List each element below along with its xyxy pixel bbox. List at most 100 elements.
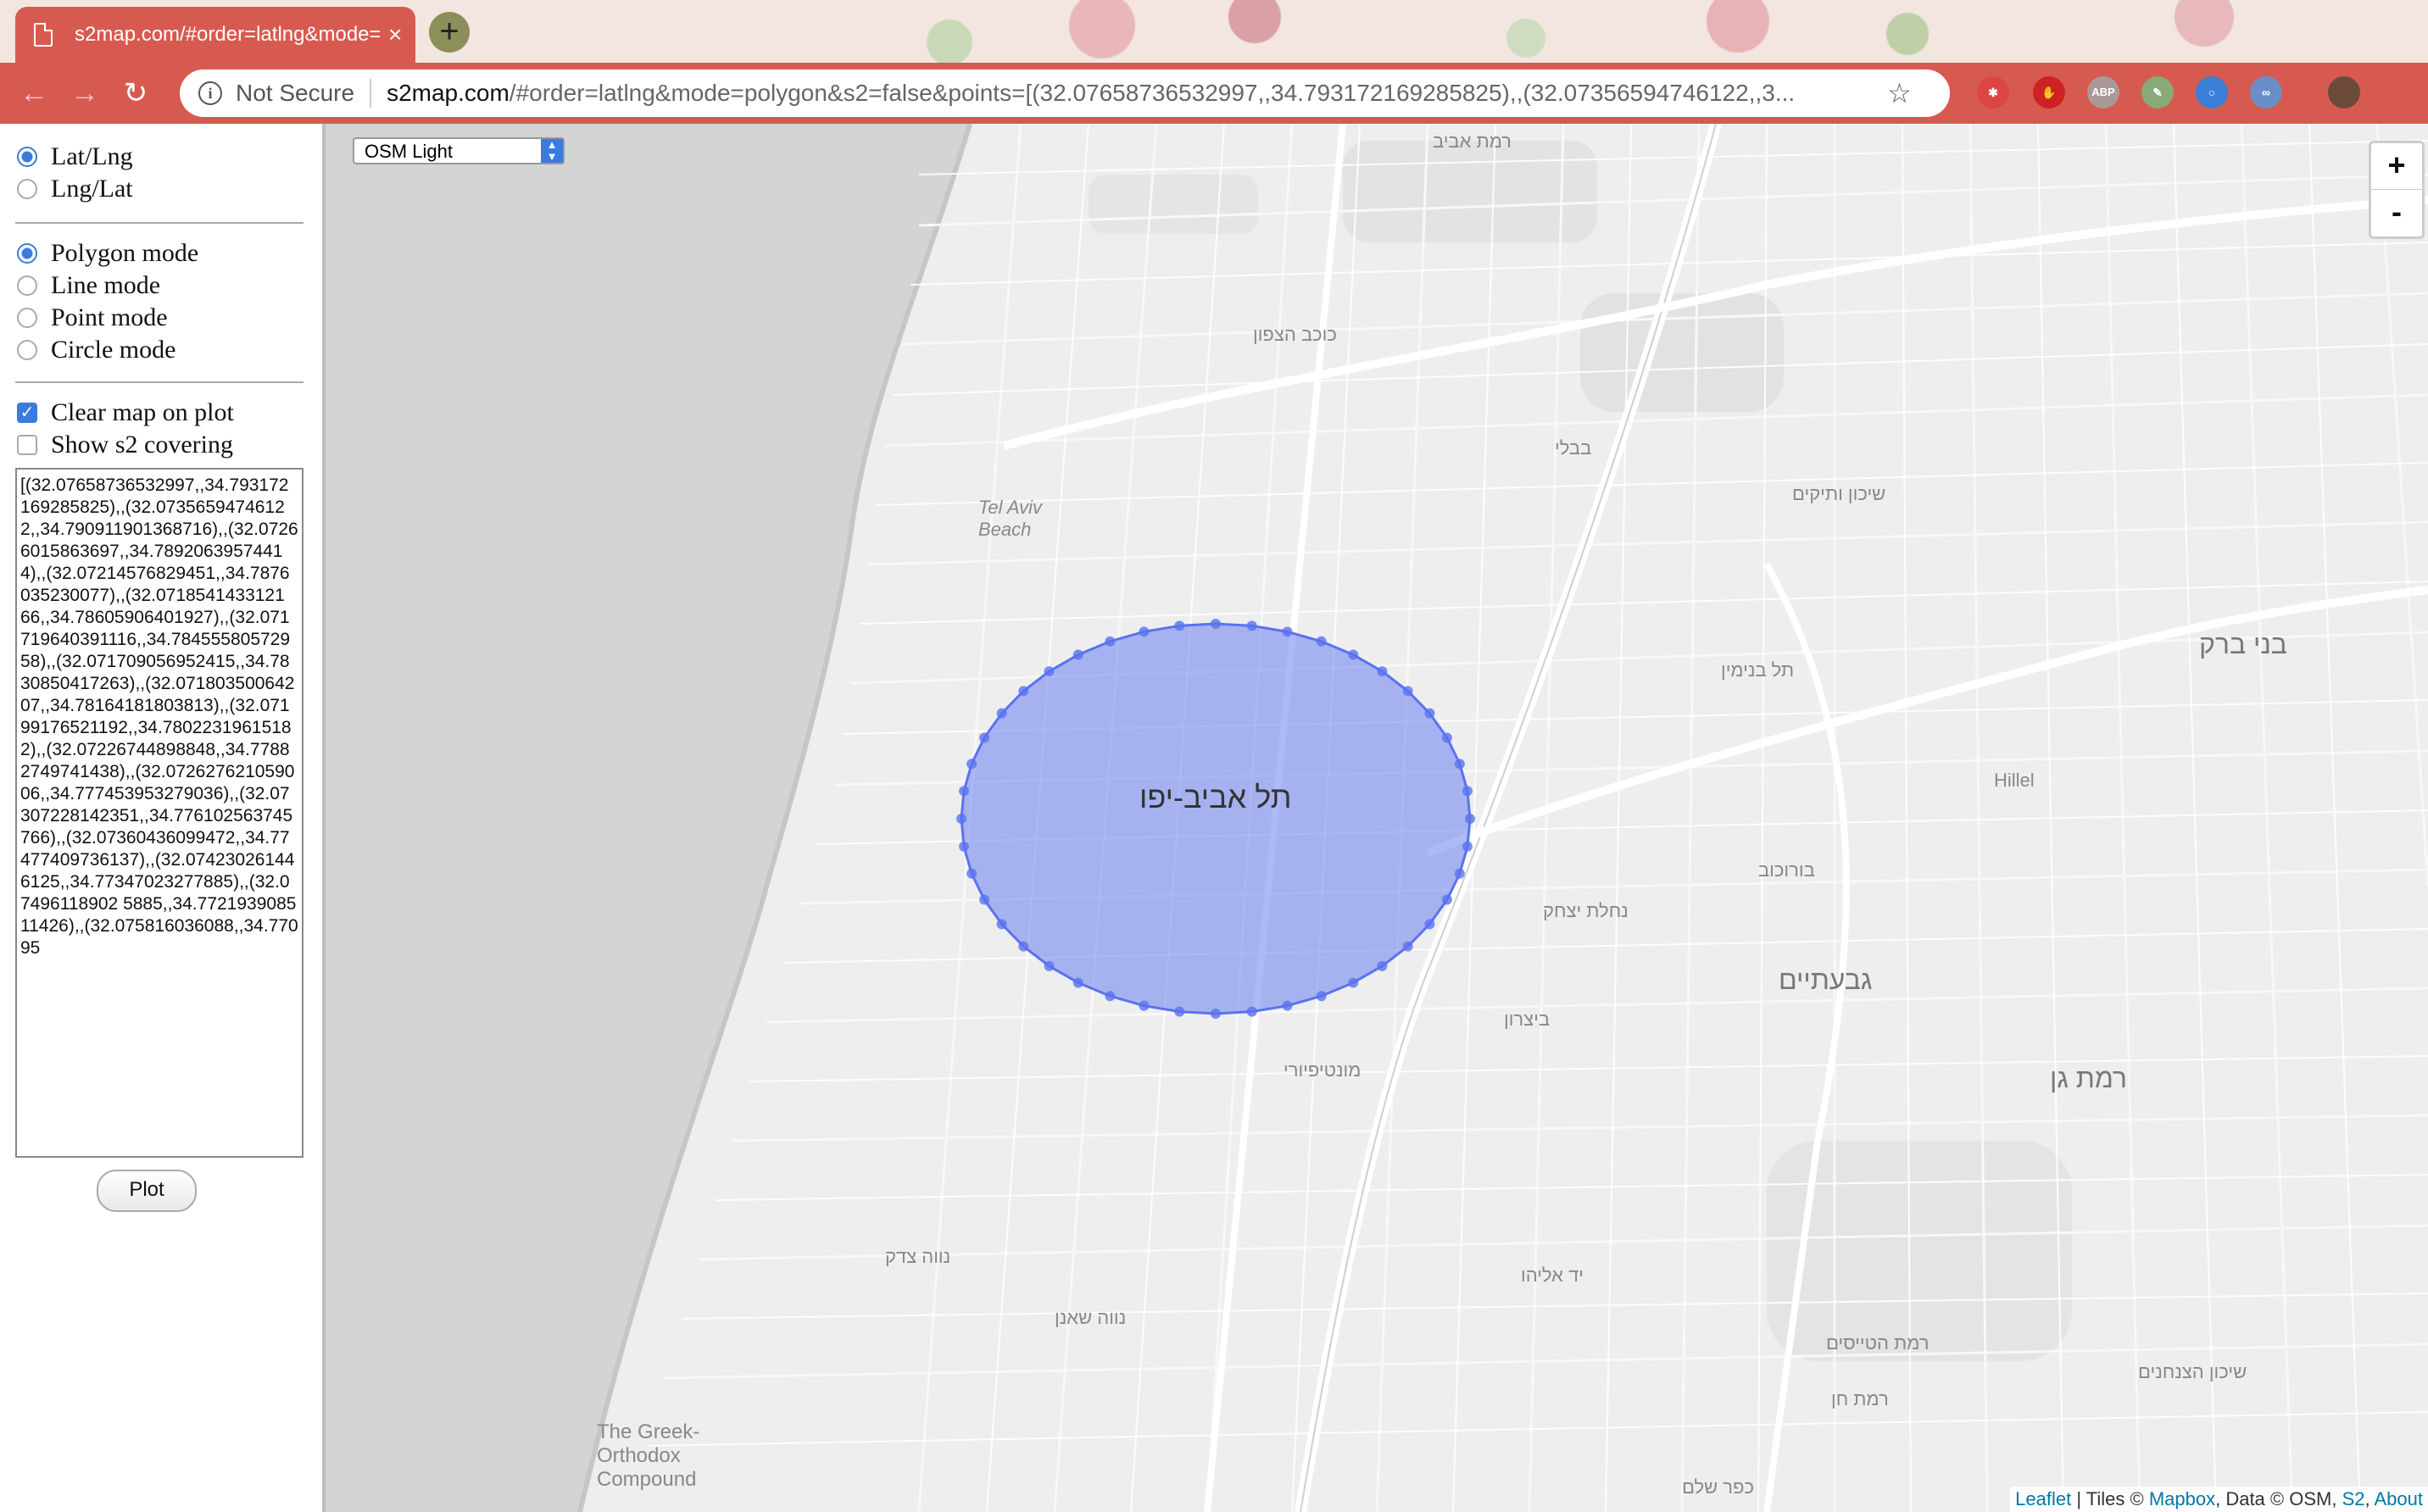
polygon-vertex[interactable] [1462,841,1473,852]
polygon-vertex[interactable] [1282,1000,1293,1011]
polygon-vertex[interactable] [1018,941,1029,952]
polygon-vertex[interactable] [979,732,990,743]
extension-glasses-icon[interactable]: ∞ [2250,76,2282,108]
map-label: שיכון הצנחנים [2138,1361,2247,1382]
order-option-latlng[interactable]: Lat/Lng [17,142,133,171]
zoom-in-button[interactable]: + [2371,143,2422,189]
polygon-vertex[interactable] [996,708,1007,719]
polygon-vertex[interactable] [1465,814,1475,824]
polygon-vertex[interactable] [1441,894,1452,905]
polygon-vertex[interactable] [1018,686,1029,697]
polygon-vertex[interactable] [1424,708,1435,719]
polygon-shape[interactable] [960,622,1472,1015]
polygon-vertex[interactable] [1348,977,1359,988]
polygon-vertex[interactable] [1377,960,1388,971]
show-s2-checkbox[interactable] [17,435,37,455]
clear-map-label: Clear map on plot [51,398,234,426]
s2-link[interactable]: S2 [2342,1488,2365,1509]
points-textarea[interactable]: [(32.07658736532997,,34.793172169285825)… [15,468,304,1158]
map-label: ביצרון [1504,1009,1551,1030]
extension-pen-icon[interactable]: ✎ [2141,76,2174,108]
info-icon[interactable]: i [198,81,222,105]
polygon-vertex[interactable] [979,894,990,905]
polygon-vertex[interactable] [1316,636,1327,647]
polygon-vertex[interactable] [1246,1006,1257,1017]
map-label: רמת גן [2050,1063,2127,1093]
map-label: יד אליהו [1521,1265,1584,1286]
polygon-vertex[interactable] [1174,1006,1185,1017]
mapbox-link[interactable]: Mapbox [2149,1488,2215,1509]
bookmark-star-icon[interactable]: ☆ [1887,77,1912,109]
polygon-vertex[interactable] [959,841,970,852]
extension-circle-icon[interactable]: ○ [2196,76,2228,108]
polygon-vertex[interactable] [1454,868,1465,879]
clear-map-option[interactable]: ✓ Clear map on plot [17,398,234,427]
mode-option-point[interactable]: Point mode [17,303,168,332]
polygon-vertex[interactable] [1105,636,1116,647]
polygon-vertex[interactable] [1316,991,1327,1002]
attribution-text: | Tiles © [2071,1488,2149,1509]
polygon-vertex[interactable] [1105,991,1116,1002]
polygon-vertex[interactable] [1282,626,1293,637]
polygon-vertex[interactable] [1454,759,1465,770]
polygon-vertex[interactable] [1377,666,1388,677]
mode-option-polygon[interactable]: Polygon mode [17,239,198,268]
about-link[interactable]: About [2375,1488,2424,1509]
profile-avatar[interactable] [2328,76,2360,108]
radio-polygon[interactable] [17,243,37,264]
radio-circle[interactable] [17,340,37,360]
polygon-vertex[interactable] [966,868,977,879]
polygon-vertex[interactable] [1211,619,1221,629]
polygon-vertex[interactable] [959,786,970,797]
polygon-vertex[interactable] [1174,620,1185,631]
zoom-out-button[interactable]: - [2371,189,2422,236]
polygon-vertex[interactable] [1139,1000,1150,1011]
polygon-vertex[interactable] [1402,686,1413,697]
leaflet-link[interactable]: Leaflet [2015,1488,2071,1509]
extension-bug-icon[interactable]: ✱ [1977,76,2009,108]
polygon-vertex[interactable] [1402,941,1413,952]
polygon-vertex[interactable] [966,759,977,770]
url-host: s2map.com [387,80,510,106]
mode-option-circle[interactable]: Circle mode [17,336,175,364]
radio-point[interactable] [17,308,37,328]
address-bar[interactable]: i Not Secure s2map.com/#order=latlng&mod… [180,69,1950,117]
tile-layer-select[interactable]: OSM Light ▲ ▼ [353,137,565,164]
back-arrow-icon[interactable]: ← [17,76,51,110]
polygon-vertex[interactable] [1348,649,1359,660]
map-canvas[interactable]: OSM Light ▲ ▼ + - תל אביב-יפו בני ברק גבע… [326,124,2428,1512]
polygon-vertex[interactable] [1139,626,1150,637]
order-option-lnglat[interactable]: Lng/Lat [17,175,133,203]
radio-line[interactable] [17,275,37,296]
radio-lnglat[interactable] [17,179,37,199]
polygon-vertex[interactable] [1211,1009,1221,1019]
polygon-vertex[interactable] [1072,649,1083,660]
map-label: גבעתיים [1779,964,1873,995]
polygon-vertex[interactable] [956,814,966,824]
mode-option-line[interactable]: Line mode [17,271,160,300]
browser-tab[interactable]: s2map.com/#order=latlng&mode=polygon&s2=… [15,7,415,63]
map-label: רמת הטייסים [1826,1332,1930,1354]
show-s2-option[interactable]: Show s2 covering [17,431,233,459]
polygon-vertex[interactable] [1072,977,1083,988]
forward-arrow-icon[interactable]: → [68,76,102,110]
adblock-icon[interactable]: ABP [2087,76,2119,108]
plot-button[interactable]: Plot [97,1170,197,1212]
polygon-vertex[interactable] [996,919,1007,930]
clear-map-checkbox[interactable]: ✓ [17,403,37,423]
polygon-vertex[interactable] [1044,960,1055,971]
url-text[interactable]: s2map.com/#order=latlng&mode=polygon&s2=… [387,80,1870,107]
radio-latlng[interactable] [17,147,37,167]
select-arrows-icon: ▲ ▼ [541,139,563,163]
polygon-vertex[interactable] [1424,919,1435,930]
reload-icon[interactable]: ↻ [119,76,153,110]
polygon-vertex[interactable] [1441,732,1452,743]
attribution-text: , Data © OSM, [2215,1488,2342,1509]
polygon-vertex[interactable] [1044,666,1055,677]
not-secure-label: Not Secure [236,80,355,106]
tab-close-icon[interactable]: × [388,21,402,48]
new-tab-button[interactable]: + [429,12,470,53]
polygon-vertex[interactable] [1462,786,1473,797]
extension-hand-icon[interactable]: ✋ [2033,76,2065,108]
polygon-vertex[interactable] [1246,620,1257,631]
